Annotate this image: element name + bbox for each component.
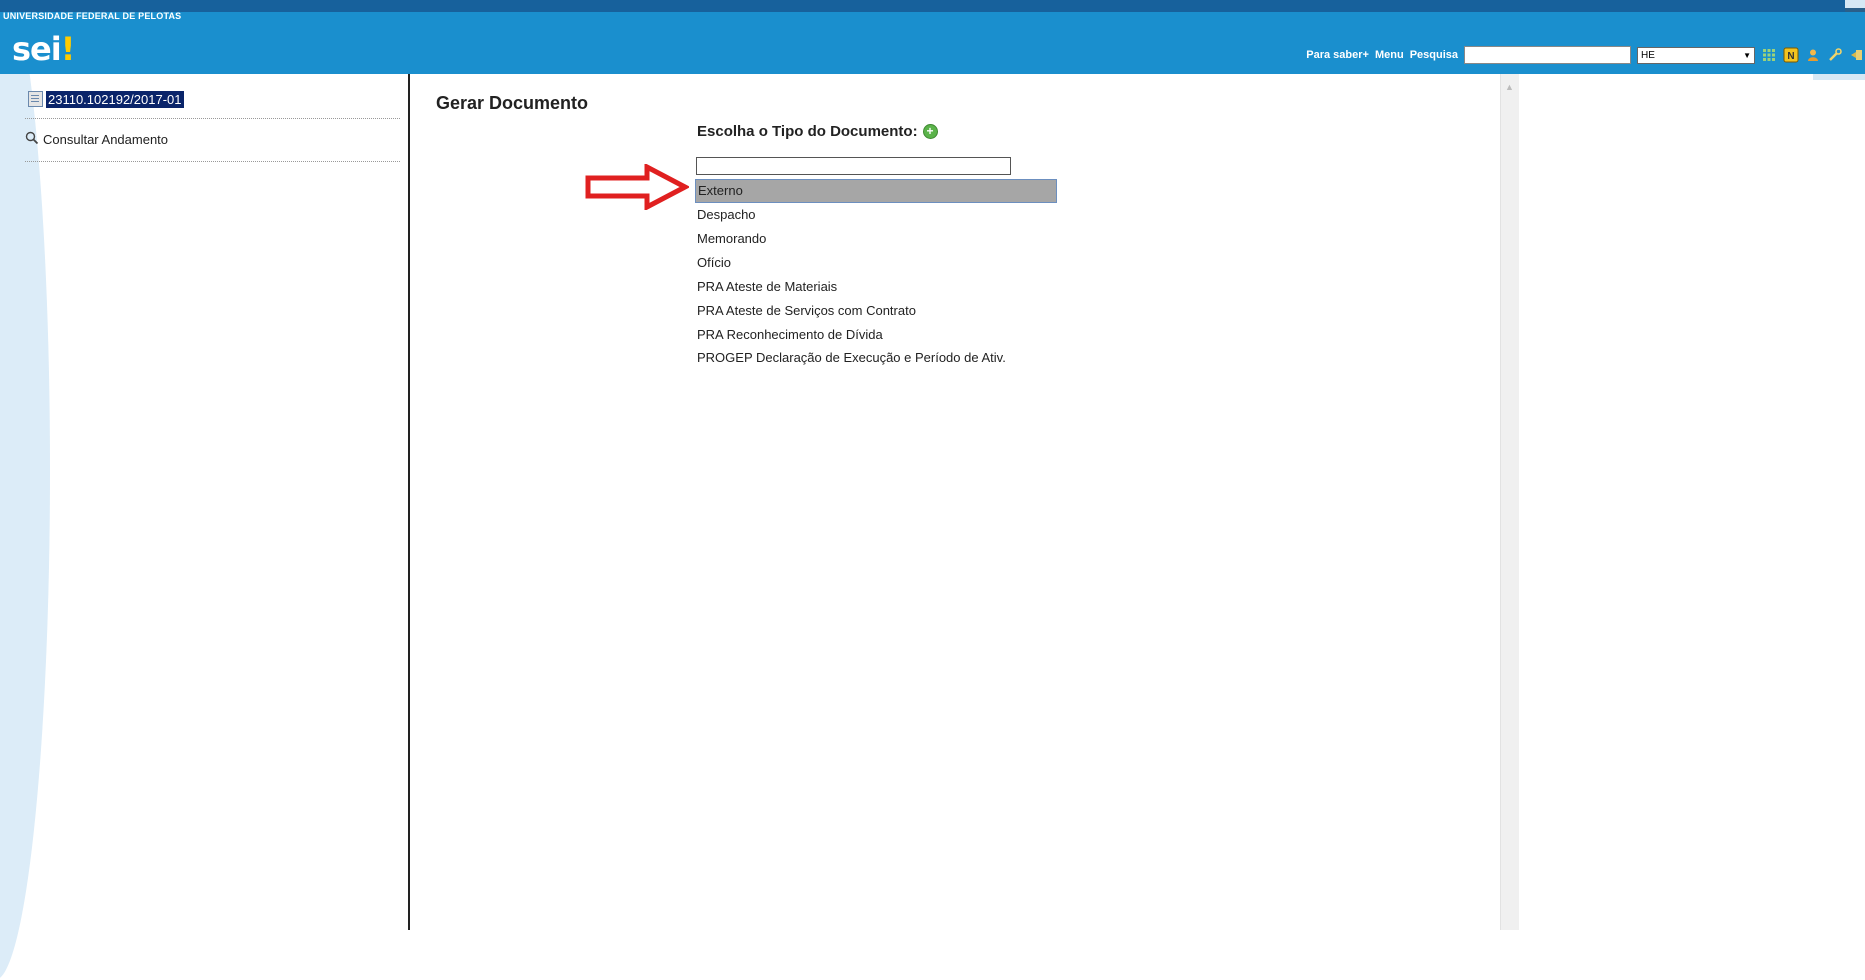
svg-text:N: N [1787,51,1794,62]
document-type-pra-reconhecimento-divida[interactable]: PRA Reconhecimento de Dívida [695,323,1057,347]
nav-para-saber[interactable]: Para saber+ [1306,49,1369,61]
process-number[interactable]: 23110.102192/2017-01 [46,90,184,108]
choose-type-heading: Escolha o Tipo do Documento: + [697,123,938,140]
document-type-pra-ateste-servicos[interactable]: PRA Ateste de Serviços com Contrato [695,299,1057,323]
unit-select-value: HE [1641,49,1655,61]
document-type-memorando[interactable]: Memorando [695,227,1057,251]
add-icon[interactable]: + [922,124,938,139]
org-strip [0,0,1845,12]
nav-menu[interactable]: Menu [1375,49,1404,61]
logo-mark: ! [60,30,76,68]
org-name: UNIVERSIDADE FEDERAL DE PELOTAS [3,11,182,21]
process-tree-item[interactable]: 23110.102192/2017-01 [25,88,400,119]
nav-pesquisa[interactable]: Pesquisa [1410,49,1458,61]
scroll-up-icon[interactable]: ▲ [1505,82,1514,92]
grid-icon[interactable] [1761,47,1777,63]
notes-icon[interactable]: N [1783,47,1799,63]
tools-icon[interactable] [1827,47,1843,63]
exit-icon[interactable] [1849,47,1865,63]
sei-logo[interactable]: sei! [12,30,76,68]
red-arrow-annotation [585,164,689,210]
magnifier-icon [25,131,39,148]
document-icon [28,91,43,107]
unit-select[interactable]: HE ▼ [1637,46,1755,64]
page-title: Gerar Documento [436,93,589,113]
search-input[interactable] [1464,46,1631,64]
document-type-filter[interactable] [696,157,1011,175]
document-type-list: Externo Despacho Memorando Ofício PRA At… [695,179,1057,367]
consult-andamento-link[interactable]: Consultar Andamento [25,125,400,162]
consult-andamento-label: Consultar Andamento [43,131,169,147]
document-type-progep-declaracao[interactable]: PROGEP Declaração de Execução e Período … [695,347,1039,367]
document-type-oficio[interactable]: Ofício [695,251,1057,275]
panel-divider[interactable] [408,74,410,930]
document-type-pra-ateste-materiais[interactable]: PRA Ateste de Materiais [695,275,1057,299]
chevron-down-icon: ▼ [1743,50,1751,60]
scrollbar[interactable]: ▲ [1500,74,1519,930]
logo-text: sei [12,30,62,68]
document-type-despacho[interactable]: Despacho [695,203,1057,227]
header-nav: Para saber+ Menu Pesquisa HE ▼ N [1300,44,1865,66]
choose-type-label: Escolha o Tipo do Documento: [697,123,918,140]
sidebar: 23110.102192/2017-01 Consultar Andamento [25,88,400,162]
user-icon[interactable] [1805,47,1821,63]
document-type-externo[interactable]: Externo [695,179,1057,203]
